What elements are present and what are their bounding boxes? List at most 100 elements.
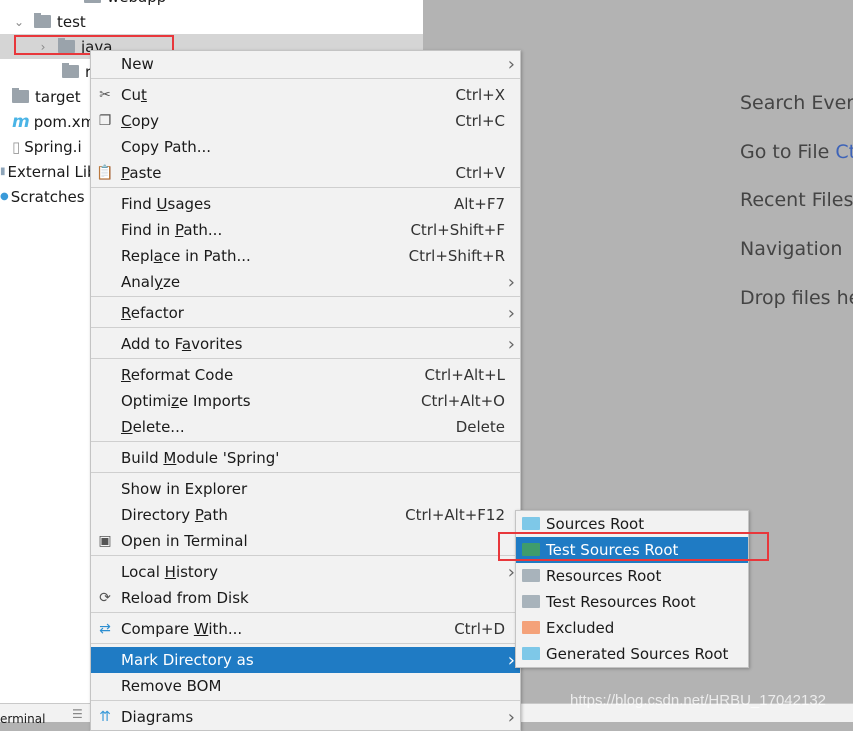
submenu-item-label: Excluded bbox=[546, 619, 615, 637]
tree-item-label: External Lib bbox=[7, 162, 97, 181]
menu-item-copy-path[interactable]: Copy Path... bbox=[91, 134, 520, 160]
menu-item-remove-bom[interactable]: Remove BOM bbox=[91, 673, 520, 699]
menu-item-mark-directory-as[interactable]: Mark Directory as › bbox=[91, 647, 520, 673]
chevron-right-icon: › bbox=[507, 561, 515, 583]
reload-icon: ⟳ bbox=[99, 590, 111, 606]
tree-item-label: test bbox=[57, 12, 86, 31]
menu-item-find-usages[interactable]: Find Usages Alt+F7 bbox=[91, 191, 520, 217]
folder-icon bbox=[84, 0, 101, 3]
welcome-hint-text: Go to File bbox=[740, 140, 836, 163]
tree-item[interactable]: ⌄ test bbox=[0, 9, 423, 34]
welcome-hint-text: Recent Files bbox=[740, 189, 853, 212]
menu-item-label: Directory Path bbox=[121, 506, 228, 524]
menu-item-label: Cut bbox=[121, 86, 147, 104]
folder-icon bbox=[522, 595, 540, 608]
welcome-hint: Go to File Ct bbox=[740, 141, 853, 190]
folder-icon bbox=[522, 647, 540, 660]
diagram-icon: ⇈ bbox=[99, 709, 111, 725]
submenu-item-excluded[interactable]: Excluded bbox=[516, 615, 748, 641]
menu-item-label: Reload from Disk bbox=[121, 589, 249, 607]
menu-item-reload-from-disk[interactable]: ⟳ Reload from Disk bbox=[91, 585, 520, 611]
welcome-hint: Recent Files bbox=[740, 189, 853, 238]
menu-item-reformat-code[interactable]: Reformat Code Ctrl+Alt+L bbox=[91, 362, 520, 388]
folder-icon bbox=[12, 88, 29, 103]
library-icon: ▮ bbox=[0, 166, 6, 177]
welcome-hints: Search Every Go to File Ct Recent Files Nav… bbox=[740, 92, 853, 335]
menu-item-shortcut: Ctrl+V bbox=[455, 164, 505, 182]
menu-item-paste[interactable]: 📋 Paste Ctrl+V bbox=[91, 160, 520, 186]
menu-item-open-in-terminal[interactable]: ▣ Open in Terminal bbox=[91, 528, 520, 554]
menu-item-label: Refactor bbox=[121, 304, 184, 322]
chevron-right-icon: › bbox=[507, 271, 515, 293]
menu-item-optimize-imports[interactable]: Optimize Imports Ctrl+Alt+O bbox=[91, 388, 520, 414]
menu-item-label: Delete... bbox=[121, 418, 185, 436]
maven-icon: m bbox=[12, 111, 30, 132]
menu-item-copy[interactable]: ❐ Copy Ctrl+C bbox=[91, 108, 520, 134]
menu-item-new[interactable]: New › bbox=[91, 51, 520, 77]
scissors-icon: ✂ bbox=[99, 87, 111, 103]
chevron-icon[interactable]: › bbox=[62, 0, 76, 4]
menu-item-shortcut: Ctrl+X bbox=[455, 86, 505, 104]
menu-item-local-history[interactable]: Local History › bbox=[91, 559, 520, 585]
menu-item-diagrams[interactable]: ⇈ Diagrams › bbox=[91, 704, 520, 730]
submenu-item-label: Resources Root bbox=[546, 567, 662, 585]
menu-item-build-module-spring[interactable]: Build Module 'Spring' bbox=[91, 445, 520, 471]
menu-item-label: Reformat Code bbox=[121, 366, 234, 384]
folder-icon bbox=[62, 63, 79, 78]
menu-item-find-in-path[interactable]: Find in Path... Ctrl+Shift+F bbox=[91, 217, 520, 243]
menu-item-show-in-explorer[interactable]: Show in Explorer bbox=[91, 476, 520, 502]
tree-item-label: Spring.i bbox=[24, 137, 82, 156]
menu-item-shortcut: Alt+F7 bbox=[453, 195, 505, 213]
menu-item-label: Copy bbox=[121, 112, 160, 130]
chevron-right-icon: › bbox=[507, 53, 515, 75]
menu-item-label: Analyze bbox=[121, 273, 181, 291]
welcome-hint: Navigation bbox=[740, 238, 853, 287]
menu-item-shortcut: Ctrl+Shift+F bbox=[410, 221, 505, 239]
menu-item-label: Find in Path... bbox=[121, 221, 223, 239]
tree-item-label: webapp bbox=[107, 0, 166, 6]
list-icon[interactable]: ☰ bbox=[72, 707, 83, 721]
menu-item-analyze[interactable]: Analyze › bbox=[91, 269, 520, 295]
menu-item-compare-with[interactable]: ⇄ Compare With... Ctrl+D bbox=[91, 616, 520, 642]
submenu-item-label: Generated Sources Root bbox=[546, 645, 729, 663]
menu-item-directory-path[interactable]: Directory Path Ctrl+Alt+F12 bbox=[91, 502, 520, 528]
submenu-item-label: Test Resources Root bbox=[546, 593, 696, 611]
menu-item-label: Mark Directory as bbox=[121, 651, 254, 669]
menu-item-refactor[interactable]: Refactor › bbox=[91, 300, 520, 326]
menu-item-shortcut: Delete bbox=[455, 418, 505, 436]
menu-item-label: Local History bbox=[121, 563, 219, 581]
welcome-hint-text: Navigation bbox=[740, 238, 843, 261]
menu-item-label: Add to Favorites bbox=[121, 335, 243, 353]
menu-item-shortcut: Ctrl+Alt+O bbox=[421, 392, 505, 410]
welcome-hint: Drop files he bbox=[740, 287, 853, 336]
clipboard-icon: 📋 bbox=[96, 165, 114, 181]
menu-item-label: Build Module 'Spring' bbox=[121, 449, 280, 467]
menu-item-label: Remove BOM bbox=[121, 677, 222, 695]
menu-item-label: Find Usages bbox=[121, 195, 212, 213]
terminal-tab[interactable]: erminal bbox=[0, 712, 45, 726]
tree-item-label: pom.xm bbox=[33, 112, 96, 131]
menu-item-label: Diagrams bbox=[121, 708, 194, 726]
chevron-right-icon: › bbox=[507, 333, 515, 355]
submenu-item-generated-sources-root[interactable]: Generated Sources Root bbox=[516, 641, 748, 667]
compare-icon: ⇄ bbox=[99, 621, 111, 637]
menu-item-label: Paste bbox=[121, 164, 162, 182]
chevron-right-icon: › bbox=[507, 706, 515, 728]
menu-item-label: Show in Explorer bbox=[121, 480, 248, 498]
chevron-icon[interactable]: ⌄ bbox=[12, 15, 26, 29]
submenu-item-test-resources-root[interactable]: Test Resources Root bbox=[516, 589, 748, 615]
tree-item-label: target bbox=[35, 87, 81, 106]
chevron-right-icon: › bbox=[507, 649, 515, 671]
folder-icon bbox=[522, 569, 540, 582]
menu-item-delete[interactable]: Delete... Delete bbox=[91, 414, 520, 440]
menu-item-replace-in-path[interactable]: Replace in Path... Ctrl+Shift+R bbox=[91, 243, 520, 269]
welcome-hint-text: Search Every bbox=[740, 92, 853, 114]
submenu-item-resources-root[interactable]: Resources Root bbox=[516, 563, 748, 589]
watermark: https://blog.csdn.net/HRBU_17042132 bbox=[570, 692, 827, 709]
menu-item-add-to-favorites[interactable]: Add to Favorites › bbox=[91, 331, 520, 357]
context-menu: New › ✂ Cut Ctrl+X ❐ Copy Ctrl+C Copy Path... 📋 Pa… bbox=[90, 50, 521, 731]
tree-item[interactable]: › webapp bbox=[0, 0, 423, 9]
folder-icon bbox=[522, 517, 540, 530]
tree-item-label: Scratches a bbox=[10, 187, 99, 206]
menu-item-cut[interactable]: ✂ Cut Ctrl+X bbox=[91, 82, 520, 108]
